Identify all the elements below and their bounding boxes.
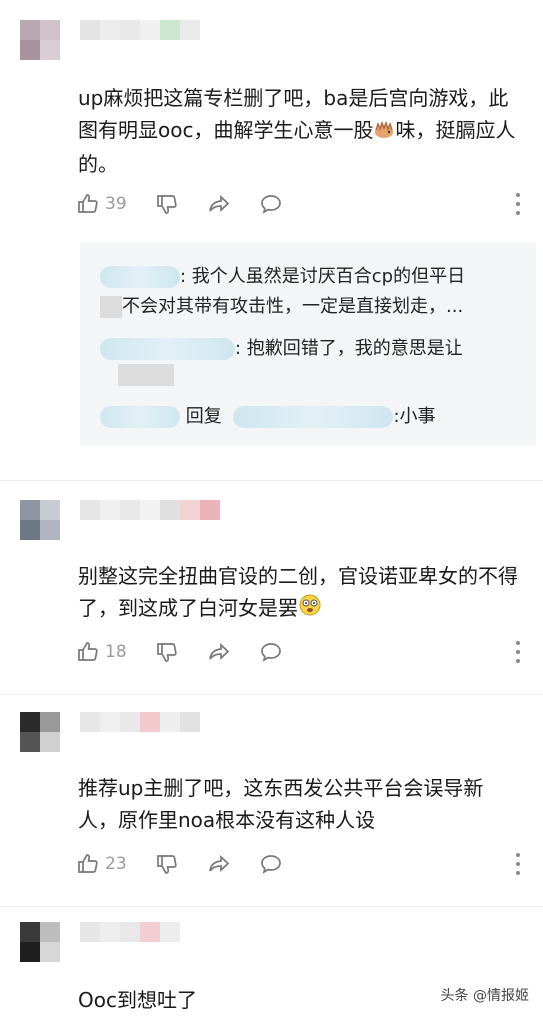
avatar[interactable] bbox=[20, 922, 60, 962]
more-icon bbox=[516, 853, 520, 875]
share-button[interactable] bbox=[207, 640, 231, 664]
replies-block[interactable]: : 我个人虽然是讨厌百合cp的但平日 不会对其带有攻击性，一定是直接划走，...… bbox=[80, 242, 536, 446]
reply-item[interactable]: 回复 :小事 bbox=[100, 402, 522, 432]
share-button[interactable] bbox=[207, 192, 231, 216]
reply-icon bbox=[260, 643, 281, 662]
dislike-icon bbox=[156, 855, 177, 874]
reply-text: :小事 bbox=[393, 406, 436, 427]
blurred-username bbox=[100, 338, 235, 360]
blurred-username bbox=[80, 20, 200, 60]
share-icon bbox=[208, 643, 229, 660]
blurred-username bbox=[100, 296, 122, 318]
dislike-icon bbox=[156, 643, 177, 662]
watermark: 头条 @情报姬 bbox=[440, 988, 529, 1004]
dislike-icon bbox=[156, 195, 177, 214]
like-icon bbox=[78, 854, 98, 873]
blurred-username bbox=[80, 922, 180, 962]
reply-label: 回复 bbox=[185, 406, 222, 427]
reply-text: : 抱歉回错了，我的意思是让 bbox=[235, 338, 463, 359]
hedgehog-emoji bbox=[373, 116, 395, 148]
share-icon bbox=[208, 855, 229, 872]
like-count: 39 bbox=[105, 194, 127, 214]
like-button[interactable]: 39 bbox=[76, 192, 127, 216]
dislike-button[interactable] bbox=[155, 852, 179, 876]
avatar[interactable] bbox=[20, 500, 60, 540]
dislike-button[interactable] bbox=[155, 640, 179, 664]
reply-text: 不会对其带有攻击性，一定是直接划走，... bbox=[122, 296, 464, 317]
dislike-button[interactable] bbox=[155, 192, 179, 216]
like-button[interactable]: 18 bbox=[76, 640, 127, 664]
comment-text: 推荐up主删了吧，这东西发公共平台会误导新人，原作里noa根本没有这种人设 bbox=[78, 776, 484, 832]
reply-button[interactable] bbox=[259, 192, 283, 216]
blurred-username bbox=[100, 266, 180, 288]
reply-button[interactable] bbox=[259, 640, 283, 664]
like-icon bbox=[78, 642, 98, 661]
share-button[interactable] bbox=[207, 852, 231, 876]
blurred-avatar-row bbox=[100, 360, 522, 390]
more-icon bbox=[516, 641, 520, 663]
more-icon bbox=[516, 193, 520, 215]
share-icon bbox=[208, 195, 229, 212]
reply-icon bbox=[260, 195, 281, 214]
reply-button[interactable] bbox=[259, 852, 283, 876]
blurred-username bbox=[80, 712, 200, 752]
avatar[interactable] bbox=[20, 20, 60, 60]
divider bbox=[0, 906, 543, 907]
avatar[interactable] bbox=[20, 712, 60, 752]
reply-item: 不会对其带有攻击性，一定是直接划走，... bbox=[100, 292, 522, 322]
reply-item[interactable]: : 我个人虽然是讨厌百合cp的但平日 bbox=[100, 262, 522, 292]
more-button[interactable] bbox=[515, 193, 521, 215]
more-button[interactable] bbox=[515, 853, 521, 875]
comment-text: up麻烦把这篇专栏删了吧，ba是后宫向游戏，此图有明显ooc，曲解学生心意一股味… bbox=[78, 86, 516, 176]
divider bbox=[0, 480, 543, 481]
more-button[interactable] bbox=[515, 641, 521, 663]
blurred-username bbox=[118, 364, 174, 386]
dizzy-face-emoji bbox=[298, 593, 322, 626]
comment-text: 别整这完全扭曲官设的二创，官设诺亚卑女的不得了，到这成了白河女是罢 bbox=[78, 560, 521, 626]
blurred-username bbox=[233, 406, 394, 428]
reply-text: : 我个人虽然是讨厌百合cp的但平日 bbox=[180, 266, 466, 287]
blurred-username bbox=[100, 406, 180, 428]
like-icon bbox=[78, 194, 98, 213]
like-count: 23 bbox=[105, 854, 127, 874]
divider bbox=[0, 694, 543, 695]
blurred-username bbox=[80, 500, 220, 540]
like-button[interactable]: 23 bbox=[76, 852, 127, 876]
reply-icon bbox=[260, 855, 281, 874]
like-count: 18 bbox=[105, 642, 127, 662]
